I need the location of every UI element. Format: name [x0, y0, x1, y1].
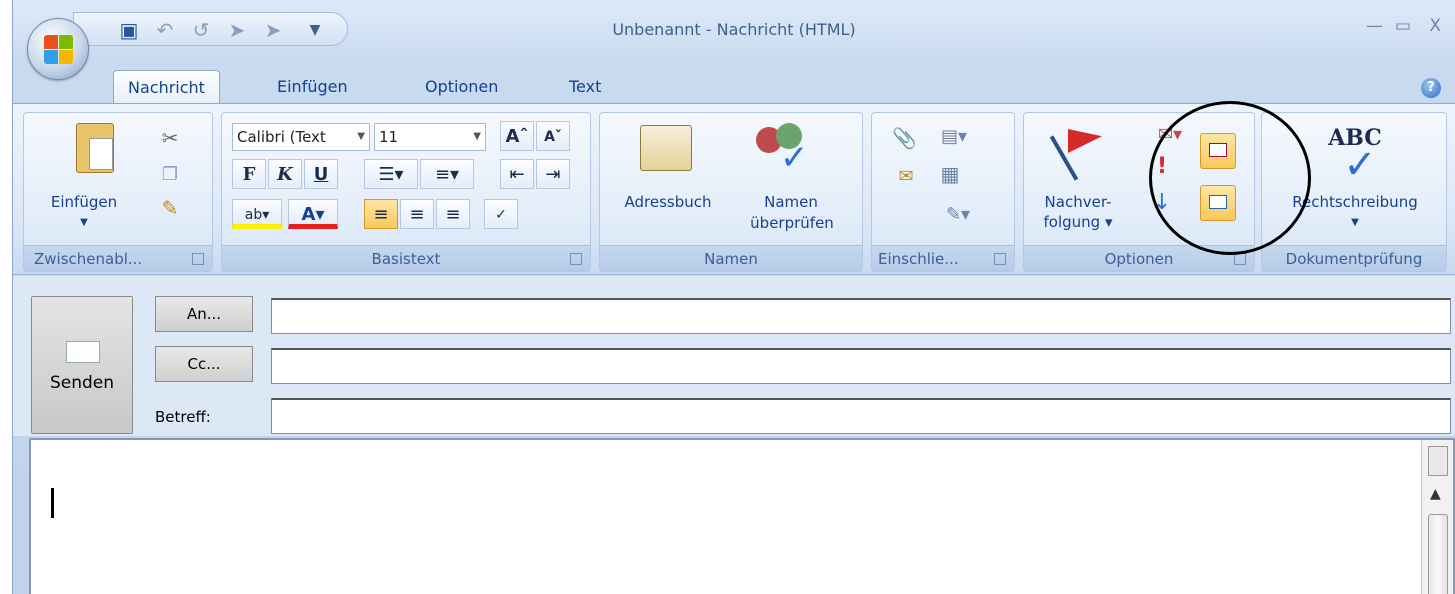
follow-up-label-1[interactable]: Nachver-: [1028, 193, 1128, 212]
ruler-toggle-icon[interactable]: [1428, 446, 1448, 476]
numbering-icon[interactable]: ≡▾: [420, 159, 474, 189]
font-size-dropdown-icon[interactable]: ▼: [473, 124, 481, 150]
decrease-indent-icon[interactable]: ⇤: [500, 159, 534, 189]
group-names: Adressbuch ✓ Namen überprüfen Namen: [599, 112, 863, 272]
cc-field[interactable]: [271, 348, 1451, 384]
clear-formatting-icon[interactable]: ✓: [484, 199, 518, 229]
office-button[interactable]: [27, 18, 89, 80]
addressbook-button[interactable]: Adressbuch: [606, 193, 730, 212]
basictext-launcher-icon[interactable]: [570, 253, 582, 265]
message-header: Senden An... Cc... Betreff:: [13, 276, 1455, 436]
highlight-color-icon[interactable]: ab▾: [232, 199, 282, 229]
subject-field[interactable]: [271, 398, 1451, 434]
group-basictext: Calibri (Text ▼ 11 ▼ Aˆ Aˇ F K U ☰▾ ≡▾ ⇤…: [221, 112, 591, 272]
vertical-scrollbar[interactable]: ▲: [1421, 440, 1453, 594]
window-title: Unbenannt - Nachricht (HTML): [612, 20, 856, 39]
font-name-value: Calibri (Text: [237, 128, 326, 146]
follow-up-flag-icon[interactable]: [1049, 127, 1104, 187]
format-painter-icon[interactable]: ✎: [158, 198, 182, 218]
scroll-up-icon[interactable]: ▲: [1430, 486, 1441, 502]
shrink-font-icon[interactable]: Aˇ: [536, 121, 570, 151]
follow-up-label-2-text: folgung: [1043, 213, 1101, 231]
spelling-check-icon[interactable]: ✓: [1330, 143, 1390, 187]
font-size-combo[interactable]: 11 ▼: [374, 123, 486, 151]
check-names-label-2[interactable]: überprüfen: [730, 214, 854, 233]
check-names-label-1[interactable]: Namen: [736, 193, 846, 212]
to-button[interactable]: An...: [155, 296, 253, 332]
title-bar: ▣ ↶ ↺ ➤ ➤ ▼ Unbenannt - Nachricht (HTML)…: [13, 0, 1455, 80]
spelling-dropdown-icon[interactable]: ▼: [1345, 213, 1365, 232]
group-label-clipboard: Zwischenabl...: [24, 245, 212, 271]
follow-up-label-2[interactable]: folgung ▾: [1028, 213, 1128, 232]
font-name-dropdown-icon[interactable]: ▼: [357, 124, 365, 150]
outlook-message-window: ▣ ↶ ↺ ➤ ➤ ▼ Unbenannt - Nachricht (HTML)…: [12, 0, 1455, 594]
include-launcher-icon[interactable]: [994, 253, 1006, 265]
paste-dropdown-icon[interactable]: ▼: [74, 213, 94, 232]
grow-font-icon[interactable]: Aˆ: [500, 121, 534, 151]
close-icon[interactable]: X: [1429, 16, 1441, 36]
font-name-combo[interactable]: Calibri (Text ▼: [232, 123, 370, 151]
help-icon[interactable]: ?: [1421, 78, 1441, 98]
business-card-icon[interactable]: ▤▾: [932, 127, 976, 146]
cut-icon[interactable]: ✂: [158, 128, 182, 148]
send-label: Senden: [49, 373, 115, 393]
group-clipboard: Einfügen ▼ ✂ ❐ ✎ Zwischenabl...: [23, 112, 213, 272]
to-field[interactable]: [271, 298, 1451, 334]
increase-indent-icon[interactable]: ⇥: [536, 159, 570, 189]
font-size-value: 11: [379, 128, 399, 146]
font-color-icon[interactable]: A▾: [288, 199, 338, 229]
tab-einfuegen[interactable]: Einfügen: [263, 70, 362, 104]
text-cursor: [51, 488, 54, 518]
clipboard-launcher-icon[interactable]: [192, 253, 204, 265]
align-right-icon[interactable]: ≡: [436, 199, 470, 229]
attach-item-icon[interactable]: ✉: [892, 167, 920, 186]
group-label-proofing: Dokumentprüfung: [1262, 245, 1446, 271]
cc-button[interactable]: Cc...: [155, 346, 253, 382]
addressbook-icon[interactable]: [640, 125, 692, 171]
minimize-icon[interactable]: —: [1366, 16, 1383, 36]
underline-button[interactable]: U: [304, 159, 338, 189]
paste-icon[interactable]: [76, 123, 114, 173]
align-left-icon[interactable]: ≡: [364, 199, 398, 229]
message-body[interactable]: ▲: [29, 438, 1455, 594]
check-names-icon[interactable]: ✓: [756, 123, 816, 175]
send-button[interactable]: Senden: [31, 296, 133, 434]
group-label-include: Einschlie...: [872, 245, 1014, 271]
calendar-icon[interactable]: ▦: [936, 164, 964, 184]
italic-button[interactable]: K: [268, 159, 302, 189]
maximize-icon[interactable]: ▭: [1395, 16, 1411, 36]
copy-icon[interactable]: ❐: [158, 165, 182, 184]
paste-button[interactable]: Einfügen: [34, 193, 134, 212]
office-logo-icon: [44, 35, 74, 65]
align-center-icon[interactable]: ≡: [400, 199, 434, 229]
highlight-circle-annotation: [1149, 101, 1311, 255]
group-label-basictext: Basistext: [222, 245, 590, 271]
scroll-thumb[interactable]: [1428, 514, 1448, 594]
group-include: 📎 ▤▾ ✉ ▦ ✎▾ Einschlie...: [871, 112, 1015, 272]
tab-optionen[interactable]: Optionen: [411, 70, 512, 104]
group-label-names: Namen: [600, 245, 862, 271]
tab-text-formatieren[interactable]: Text formatieren: [555, 70, 677, 130]
bullets-icon[interactable]: ☰▾: [364, 159, 418, 189]
attach-file-icon[interactable]: 📎: [892, 128, 917, 148]
send-envelope-icon: [66, 341, 100, 363]
subject-label: Betreff:: [155, 408, 211, 426]
signature-icon[interactable]: ✎▾: [936, 205, 980, 224]
tab-nachricht[interactable]: Nachricht: [113, 70, 220, 104]
bold-button[interactable]: F: [232, 159, 266, 189]
